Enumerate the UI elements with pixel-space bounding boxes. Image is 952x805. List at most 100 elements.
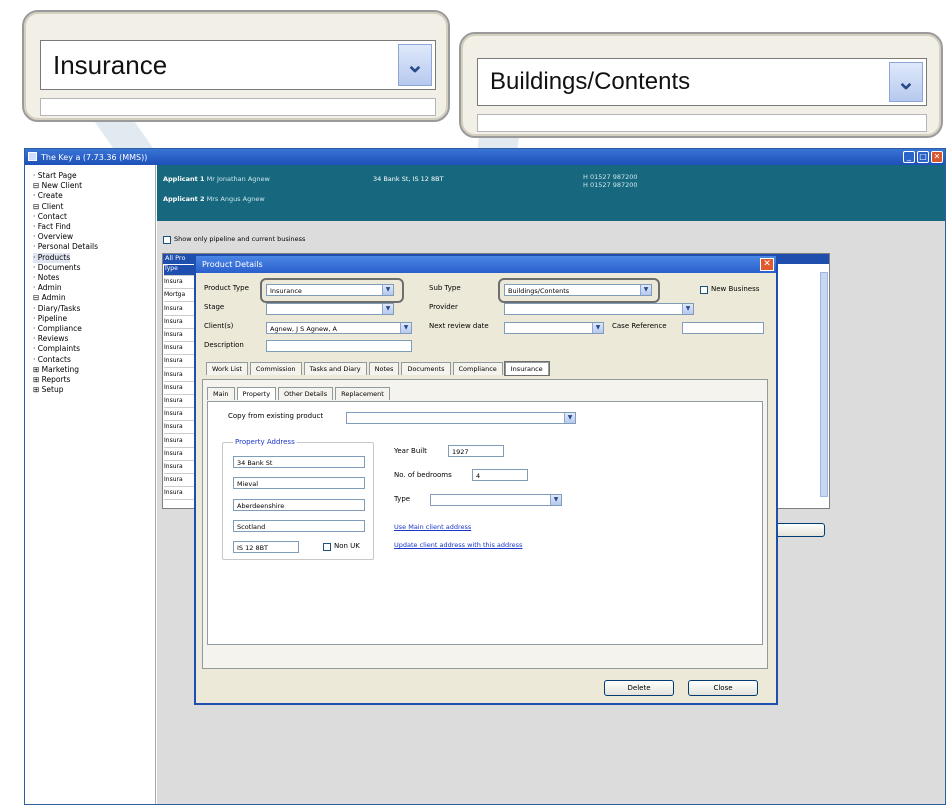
tree-item[interactable]: · Fact Find bbox=[33, 222, 155, 232]
calendar-dropdown-icon: ▼ bbox=[592, 323, 603, 333]
non-uk-label: Non UK bbox=[334, 542, 360, 550]
close-window-button[interactable]: ✕ bbox=[931, 151, 943, 163]
tree-item[interactable]: ⊟ Admin bbox=[33, 293, 155, 303]
tree-item[interactable]: ⊟ New Client bbox=[33, 181, 155, 191]
tree-item[interactable]: ⊟ Client bbox=[33, 202, 155, 212]
stage-label: Stage bbox=[204, 303, 225, 311]
address-line-3[interactable]: Aberdeenshire bbox=[233, 499, 365, 511]
tab-documents[interactable]: Documents bbox=[401, 362, 451, 375]
subtab-replacement[interactable]: Replacement bbox=[335, 387, 390, 400]
product-details-dialog: Product Details ✕ Product Type Insurance… bbox=[194, 254, 778, 705]
tree-item[interactable]: · Products bbox=[33, 252, 71, 263]
minimize-button[interactable]: _ bbox=[903, 151, 915, 163]
tree-item[interactable]: · Compliance bbox=[33, 324, 155, 334]
tree-item[interactable]: · Pipeline bbox=[33, 314, 155, 324]
year-built-input[interactable]: 1927 bbox=[448, 445, 504, 457]
chevron-down-icon: ▼ bbox=[682, 304, 693, 314]
subtab-property[interactable]: Property bbox=[236, 387, 277, 400]
tree-item[interactable]: · Start Page bbox=[33, 171, 155, 181]
navigation-tree: · Start Page ⊟ New Client · Create ⊟ Clien… bbox=[25, 165, 156, 804]
zoom-field-below bbox=[40, 98, 436, 116]
zoom-field-below bbox=[477, 114, 927, 132]
client-phone-1: H 01527 987200 bbox=[583, 173, 638, 181]
subtab-other-details[interactable]: Other Details bbox=[278, 387, 334, 400]
tree-item[interactable]: · Create bbox=[33, 191, 155, 201]
close-button[interactable]: Close bbox=[688, 680, 758, 696]
tree-item[interactable]: · Admin bbox=[33, 283, 155, 293]
tree-item[interactable]: · Notes bbox=[33, 273, 155, 283]
address-line-2[interactable]: Mieval bbox=[233, 477, 365, 489]
tree-item[interactable]: ⊞ Reports bbox=[33, 375, 155, 385]
description-input[interactable] bbox=[266, 340, 412, 352]
zoom-sub-type-field: Buildings/Contents ⌄ bbox=[477, 58, 927, 106]
tab-insurance[interactable]: Insurance bbox=[503, 361, 550, 376]
maximize-button[interactable]: □ bbox=[917, 151, 929, 163]
pipeline-filter-label: Show only pipeline and current business bbox=[174, 235, 306, 243]
tree-item[interactable]: · Diary/Tasks bbox=[33, 304, 155, 314]
title-bar: The Key a (7.73.36 (MMS)) _ □ ✕ bbox=[25, 149, 945, 165]
product-type-highlight bbox=[260, 278, 404, 303]
tree-item[interactable]: · Overview bbox=[33, 232, 155, 242]
products-list-scrollbar[interactable] bbox=[820, 272, 828, 497]
description-label: Description bbox=[204, 341, 244, 349]
dialog-close-icon[interactable]: ✕ bbox=[760, 258, 774, 271]
new-business-checkbox[interactable] bbox=[700, 286, 708, 294]
tab-notes[interactable]: Notes bbox=[368, 362, 400, 375]
tree-item[interactable]: · Personal Details bbox=[33, 242, 155, 252]
dialog-tabs: Work List Commission Tasks and Diary Notes D… bbox=[206, 361, 551, 376]
list-action-button[interactable] bbox=[771, 523, 825, 537]
sub-type-highlight bbox=[498, 278, 660, 303]
tab-tasks-and-diary[interactable]: Tasks and Diary bbox=[303, 362, 367, 375]
bedrooms-label: No. of bedrooms bbox=[394, 471, 452, 479]
delete-button[interactable]: Delete bbox=[604, 680, 674, 696]
use-main-client-address-link[interactable]: Use Main client address bbox=[394, 523, 471, 531]
stage-select[interactable]: ▼ bbox=[266, 303, 394, 315]
applicant2-name: Mrs Angus Agnew bbox=[206, 195, 265, 203]
applicant2-label: Applicant 2 bbox=[163, 195, 205, 203]
next-review-date-input[interactable]: ▼ bbox=[504, 322, 604, 334]
insurance-subtabs: Main Property Other Details Replacement bbox=[207, 387, 392, 400]
sub-type-label: Sub Type bbox=[429, 284, 461, 292]
tab-compliance[interactable]: Compliance bbox=[452, 362, 503, 375]
property-type-select[interactable]: ▼ bbox=[430, 494, 562, 506]
property-tab-panel: Copy from existing product ▼ Property Ad… bbox=[207, 401, 763, 645]
zoom-product-type-value: Insurance bbox=[53, 49, 168, 80]
update-client-address-link[interactable]: Update client address with this address bbox=[394, 541, 522, 549]
provider-label: Provider bbox=[429, 303, 458, 311]
clients-value: Agnew, J S Agnew, A bbox=[270, 325, 337, 333]
provider-select[interactable]: ▼ bbox=[504, 303, 694, 315]
zoom-sub-type-value: Buildings/Contents bbox=[490, 68, 691, 95]
property-address-label: Property Address bbox=[233, 438, 297, 446]
dialog-title: Product Details bbox=[196, 256, 776, 273]
address-line-4[interactable]: Scotland bbox=[233, 520, 365, 532]
case-reference-label: Case Reference bbox=[612, 322, 667, 330]
address-line-1[interactable]: 34 Bank St bbox=[233, 456, 365, 468]
year-built-label: Year Built bbox=[394, 447, 427, 455]
chevron-down-icon: ⌄ bbox=[889, 62, 923, 102]
bedrooms-input[interactable]: 4 bbox=[472, 469, 528, 481]
tree-item[interactable]: · Complaints bbox=[33, 344, 155, 354]
property-type-label: Type bbox=[394, 495, 411, 503]
next-review-label: Next review date bbox=[429, 322, 489, 330]
copy-from-select[interactable]: ▼ bbox=[346, 412, 576, 424]
tab-commission[interactable]: Commission bbox=[249, 362, 302, 375]
tree-item[interactable]: · Reviews bbox=[33, 334, 155, 344]
clients-select[interactable]: Agnew, J S Agnew, A ▼ bbox=[266, 322, 412, 334]
subtab-main[interactable]: Main bbox=[207, 387, 235, 400]
clients-label: Client(s) bbox=[204, 322, 234, 330]
tree-item[interactable]: · Contacts bbox=[33, 355, 155, 365]
tab-work-list[interactable]: Work List bbox=[206, 362, 248, 375]
chevron-down-icon: ▼ bbox=[400, 323, 411, 333]
tree-item[interactable]: · Contact bbox=[33, 212, 155, 222]
pipeline-filter-checkbox[interactable] bbox=[163, 236, 171, 244]
postcode-input[interactable]: IS 12 8BT bbox=[233, 541, 299, 553]
client-header: Applicant 1 Mr Jonathan Agnew Applicant … bbox=[157, 165, 945, 221]
tree-item[interactable]: ⊞ Marketing bbox=[33, 365, 155, 375]
window-title: The Key a (7.73.36 (MMS)) bbox=[41, 152, 148, 162]
product-type-label: Product Type bbox=[204, 284, 249, 292]
case-reference-input[interactable] bbox=[682, 322, 764, 334]
non-uk-checkbox[interactable] bbox=[323, 543, 331, 551]
zoom-callout-sub-type: Buildings/Contents ⌄ bbox=[459, 32, 943, 138]
tree-item[interactable]: ⊞ Setup bbox=[33, 385, 155, 395]
tree-item[interactable]: · Documents bbox=[33, 263, 155, 273]
